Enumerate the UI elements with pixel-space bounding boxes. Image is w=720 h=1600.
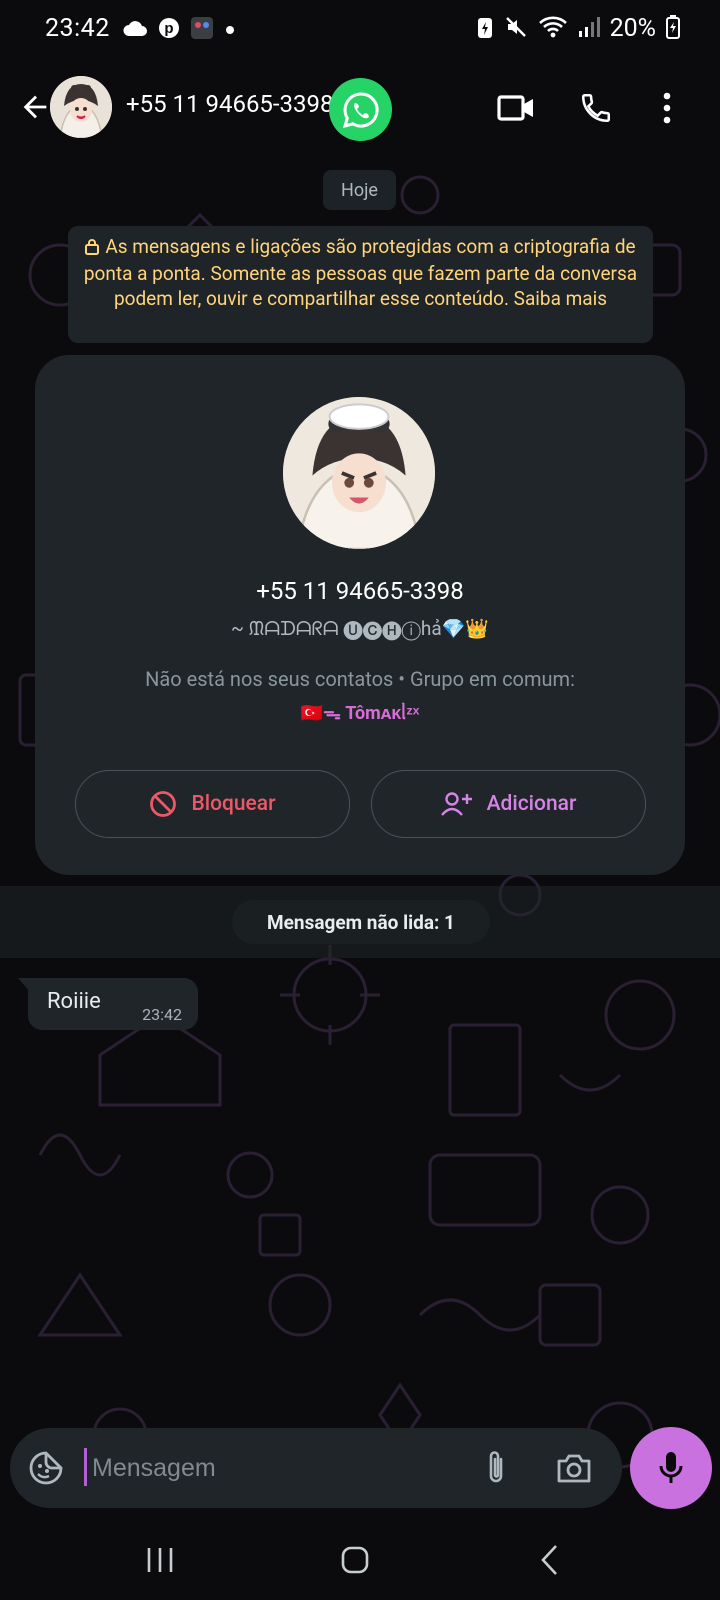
app-notification-icon	[190, 16, 214, 44]
camera-icon	[557, 1454, 591, 1483]
emoji-button[interactable]	[26, 1448, 66, 1488]
message-text: Roiiie	[47, 989, 101, 1014]
battery-charging-icon	[666, 14, 680, 43]
more-vertical-icon	[663, 92, 671, 124]
phone-icon	[581, 93, 611, 123]
voice-call-button[interactable]	[574, 86, 618, 130]
whatsapp-logo-icon	[329, 78, 392, 141]
lock-icon	[85, 236, 100, 261]
back-nav-button[interactable]	[520, 1538, 580, 1582]
unread-count-label: Mensagem não lida: 1	[232, 900, 490, 944]
text-caret	[84, 1448, 87, 1486]
signal-icon	[578, 16, 600, 42]
camera-button[interactable]	[552, 1448, 596, 1488]
arrow-left-icon	[23, 95, 47, 119]
dot-icon	[224, 21, 236, 40]
contact-info-card: +55 11 94665-3398 ~ ᙢᗩᗪᗩᖇᗩ 🅤🅒🅗ⓘhả💎👑 Não …	[35, 355, 685, 875]
status-time: 23:42	[45, 14, 110, 43]
contact-avatar[interactable]	[50, 76, 112, 138]
chevron-left-icon	[541, 1545, 557, 1575]
contact-phone: +55 11 94665-3398	[256, 577, 464, 605]
status-bar: 23:42 p 20%	[0, 0, 720, 62]
mute-icon	[504, 15, 528, 43]
more-options-button[interactable]	[645, 86, 689, 130]
svg-text:p: p	[164, 20, 173, 37]
sticker-emoji-icon	[29, 1451, 63, 1485]
chat-title[interactable]: +55 11 94665-3398	[126, 90, 336, 118]
message-time: 23:42	[142, 1005, 182, 1024]
date-chip: Hoje	[323, 170, 396, 210]
wifi-icon	[538, 15, 568, 43]
home-button[interactable]	[325, 1538, 385, 1582]
block-label: Bloquear	[191, 792, 276, 816]
pinterest-icon: p	[158, 17, 180, 43]
battery-saver-icon	[476, 15, 494, 43]
battery-percent: 20%	[609, 14, 656, 43]
message-input[interactable]	[90, 1442, 474, 1494]
block-icon	[150, 791, 177, 817]
video-call-icon	[497, 95, 533, 121]
paperclip-icon	[489, 1451, 503, 1483]
recents-button[interactable]	[130, 1538, 190, 1582]
encryption-text: As mensagens e ligações são protegidas c…	[83, 235, 638, 310]
cloud-icon	[122, 19, 148, 41]
message-composer	[10, 1428, 622, 1508]
incoming-message[interactable]: Roiiie 23:42	[28, 978, 198, 1030]
chat-header: +55 11 94665-3398	[0, 62, 720, 154]
voice-message-button[interactable]	[630, 1427, 712, 1509]
encryption-notice[interactable]: As mensagens e ligações são protegidas c…	[68, 226, 653, 343]
recents-icon	[147, 1548, 173, 1572]
attach-button[interactable]	[476, 1448, 516, 1488]
common-group-link[interactable]: 🇹🇷ᯓ Tômᴀᴋᥣᶻˣ	[35, 701, 685, 725]
add-label: Adicionar	[486, 792, 577, 816]
block-button[interactable]: Bloquear	[75, 770, 350, 838]
contact-profile-name: ~ ᙢᗩᗪᗩᖇᗩ 🅤🅒🅗ⓘhả💎👑	[230, 617, 490, 640]
microphone-icon	[659, 1452, 683, 1483]
add-person-icon	[440, 792, 472, 816]
add-contact-button[interactable]: Adicionar	[371, 770, 646, 838]
contact-avatar-large[interactable]	[283, 397, 435, 549]
home-icon	[341, 1546, 369, 1574]
video-call-button[interactable]	[494, 86, 538, 130]
contact-status-info: Não está nos seus contatos • Grupo em co…	[145, 667, 575, 691]
system-navigation-bar	[0, 1520, 720, 1600]
